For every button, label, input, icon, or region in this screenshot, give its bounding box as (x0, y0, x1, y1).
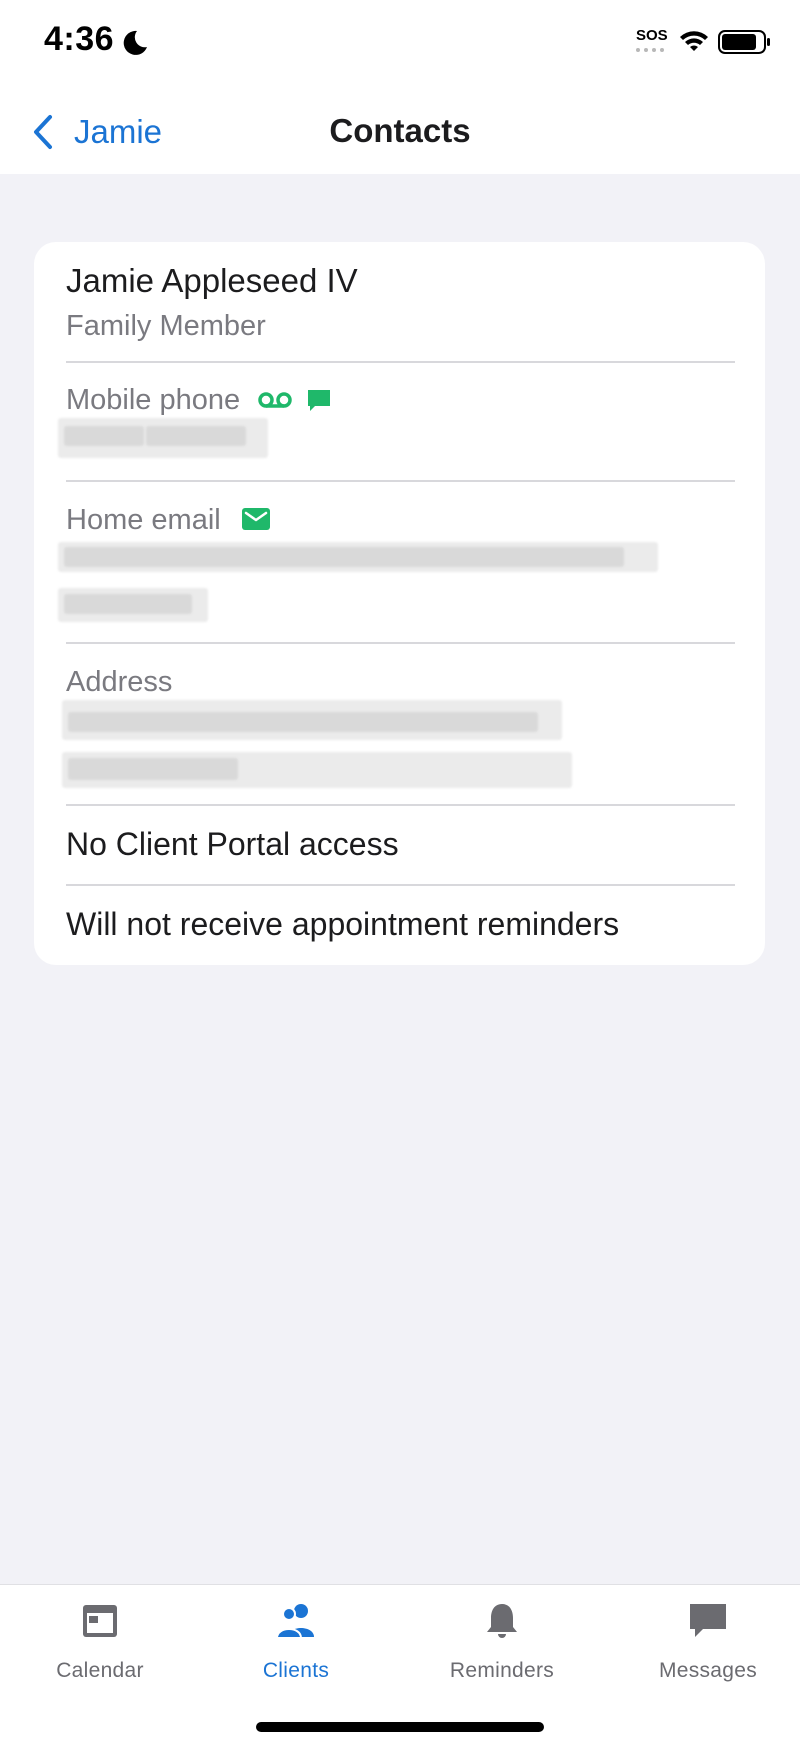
redacted-address-part (68, 758, 238, 780)
address-label: Address (66, 666, 173, 698)
bell-icon (487, 1604, 517, 1638)
divider (66, 361, 735, 363)
chat-bubble-icon (690, 1604, 726, 1637)
tab-calendar-label: Calendar (56, 1659, 144, 1682)
signal-dots-icon (636, 48, 664, 52)
wifi-icon (680, 31, 708, 51)
page-title: Contacts (329, 112, 471, 149)
tab-messages-label: Messages (658, 1659, 758, 1682)
calendar-icon (83, 1605, 117, 1637)
clients-icon (276, 1604, 314, 1639)
portal-access-status: No Client Portal access (66, 826, 399, 862)
tab-calendar[interactable]: Calendar (0, 1585, 200, 1695)
divider (66, 804, 735, 806)
contact-card: Jamie Appleseed IV Family Member Mobile … (34, 242, 765, 965)
tab-reminders[interactable]: Reminders (402, 1585, 602, 1695)
redacted-phone-part (64, 426, 144, 446)
moon-icon (123, 30, 147, 55)
divider (66, 884, 735, 886)
email-icon[interactable] (242, 508, 270, 530)
redacted-address-part (68, 712, 538, 732)
divider (66, 480, 735, 482)
message-icon[interactable] (306, 388, 332, 414)
sos-label: SOS (636, 27, 668, 44)
voicemail-icon[interactable] (258, 390, 292, 412)
reminders-status: Will not receive appointment reminders (66, 906, 620, 942)
tab-reminders-label: Reminders (449, 1659, 555, 1682)
nav-bar: Jamie Contacts (0, 88, 800, 174)
tab-bar: Calendar Clients Reminders Messages (0, 1584, 800, 1745)
home-email-label: Home email (66, 504, 221, 536)
contact-name: Jamie Appleseed IV (66, 262, 358, 299)
status-time: 4:36 (44, 20, 115, 58)
contact-relationship: Family Member (66, 310, 266, 342)
home-indicator (256, 1722, 544, 1732)
tab-messages[interactable]: Messages (608, 1585, 800, 1695)
battery-icon (718, 30, 770, 54)
redacted-email-part (64, 547, 624, 567)
divider (66, 642, 735, 644)
status-bar: 4:36 SOS (0, 0, 800, 88)
tab-clients[interactable]: Clients (196, 1585, 396, 1695)
redacted-phone-part (146, 426, 246, 446)
redacted-email-part (64, 594, 192, 614)
mobile-phone-label: Mobile phone (66, 384, 241, 416)
tab-clients-label: Clients (262, 1659, 330, 1682)
